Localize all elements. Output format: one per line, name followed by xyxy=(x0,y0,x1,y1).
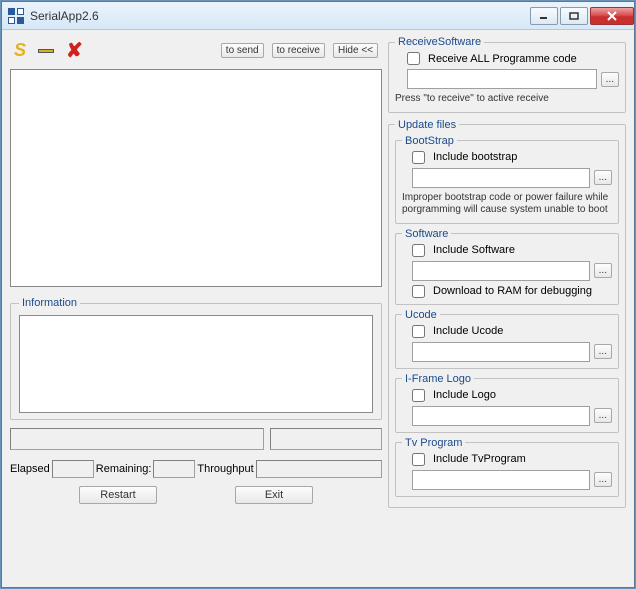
receive-browse-button[interactable]: ... xyxy=(601,72,619,87)
status-row xyxy=(10,428,382,450)
tv-group: Tv Program Include TvProgram ... xyxy=(395,437,619,497)
bootstrap-legend: BootStrap xyxy=(402,135,457,147)
ucode-browse-button[interactable]: ... xyxy=(594,344,612,359)
receive-all-checkbox[interactable] xyxy=(407,52,420,65)
remaining-label: Remaining: xyxy=(96,463,152,475)
include-logo-label: Include Logo xyxy=(433,389,496,401)
window-controls xyxy=(528,7,634,25)
stats-row: Elapsed Remaining: Throughput xyxy=(10,460,382,478)
ucode-path-input[interactable] xyxy=(412,342,590,362)
include-logo-checkbox[interactable] xyxy=(412,389,425,402)
to-receive-button[interactable]: to receive xyxy=(272,43,325,58)
app-icon xyxy=(8,8,24,24)
software-browse-button[interactable]: ... xyxy=(594,263,612,278)
restart-button[interactable]: Restart xyxy=(79,486,157,504)
software-group: Software Include Software ... Download t… xyxy=(395,228,619,305)
window-title: SerialApp2.6 xyxy=(30,9,99,23)
iframe-browse-button[interactable]: ... xyxy=(594,408,612,423)
throughput-label: Throughput xyxy=(197,463,253,475)
include-bootstrap-checkbox[interactable] xyxy=(412,151,425,164)
tv-path-input[interactable] xyxy=(412,470,590,490)
disconnect-icon[interactable]: ✘ xyxy=(66,38,83,63)
maximize-button[interactable] xyxy=(560,7,588,25)
toolbar: S ✘ to send to receive Hide << xyxy=(10,36,382,69)
status-box-2 xyxy=(270,428,382,450)
minimize-button[interactable] xyxy=(530,7,558,25)
include-ucode-label: Include Ucode xyxy=(433,325,503,337)
ucode-group: Ucode Include Ucode ... xyxy=(395,309,619,369)
connect-icon[interactable]: S xyxy=(14,40,26,61)
port-icon[interactable] xyxy=(34,45,58,57)
download-ram-checkbox[interactable] xyxy=(412,285,425,298)
log-textarea[interactable] xyxy=(10,69,382,287)
bottom-buttons: Restart Exit xyxy=(10,486,382,504)
receive-software-legend: ReceiveSoftware xyxy=(395,36,484,48)
hide-button[interactable]: Hide << xyxy=(333,43,378,58)
bootstrap-path-input[interactable] xyxy=(412,168,590,188)
iframe-legend: I-Frame Logo xyxy=(402,373,474,385)
tv-legend: Tv Program xyxy=(402,437,465,449)
exit-button[interactable]: Exit xyxy=(235,486,313,504)
to-send-button[interactable]: to send xyxy=(221,43,264,58)
iframe-path-input[interactable] xyxy=(412,406,590,426)
information-textarea[interactable] xyxy=(19,315,373,413)
bootstrap-note: Improper bootstrap code or power failure… xyxy=(402,192,612,217)
receive-note: Press "to receive" to active receive xyxy=(395,93,619,106)
tv-browse-button[interactable]: ... xyxy=(594,472,612,487)
right-column: ReceiveSoftware Receive ALL Programme co… xyxy=(388,36,626,579)
bootstrap-browse-button[interactable]: ... xyxy=(594,170,612,185)
elapsed-value xyxy=(52,460,94,478)
software-legend: Software xyxy=(402,228,451,240)
left-column: S ✘ to send to receive Hide << Informati… xyxy=(10,36,382,579)
software-path-input[interactable] xyxy=(412,261,590,281)
app-window: SerialApp2.6 S ✘ to send to receive Hide… xyxy=(1,1,635,588)
receive-path-input[interactable] xyxy=(407,69,597,89)
remaining-value xyxy=(153,460,195,478)
update-files-group: Update files BootStrap Include bootstrap… xyxy=(388,119,626,508)
information-legend: Information xyxy=(19,297,80,309)
bootstrap-group: BootStrap Include bootstrap ... Improper… xyxy=(395,135,619,224)
status-box-1 xyxy=(10,428,264,450)
include-ucode-checkbox[interactable] xyxy=(412,325,425,338)
information-group: Information xyxy=(10,297,382,420)
body: S ✘ to send to receive Hide << Informati… xyxy=(2,30,634,587)
receive-all-label: Receive ALL Programme code xyxy=(428,53,577,65)
download-ram-label: Download to RAM for debugging xyxy=(433,285,592,297)
include-tv-label: Include TvProgram xyxy=(433,453,526,465)
iframe-group: I-Frame Logo Include Logo ... xyxy=(395,373,619,433)
include-tv-checkbox[interactable] xyxy=(412,453,425,466)
update-files-legend: Update files xyxy=(395,119,459,131)
ucode-legend: Ucode xyxy=(402,309,440,321)
titlebar[interactable]: SerialApp2.6 xyxy=(2,2,634,30)
include-software-checkbox[interactable] xyxy=(412,244,425,257)
elapsed-label: Elapsed xyxy=(10,463,50,475)
throughput-value xyxy=(256,460,382,478)
include-software-label: Include Software xyxy=(433,244,515,256)
include-bootstrap-label: Include bootstrap xyxy=(433,151,517,163)
close-button[interactable] xyxy=(590,7,634,25)
receive-software-group: ReceiveSoftware Receive ALL Programme co… xyxy=(388,36,626,113)
